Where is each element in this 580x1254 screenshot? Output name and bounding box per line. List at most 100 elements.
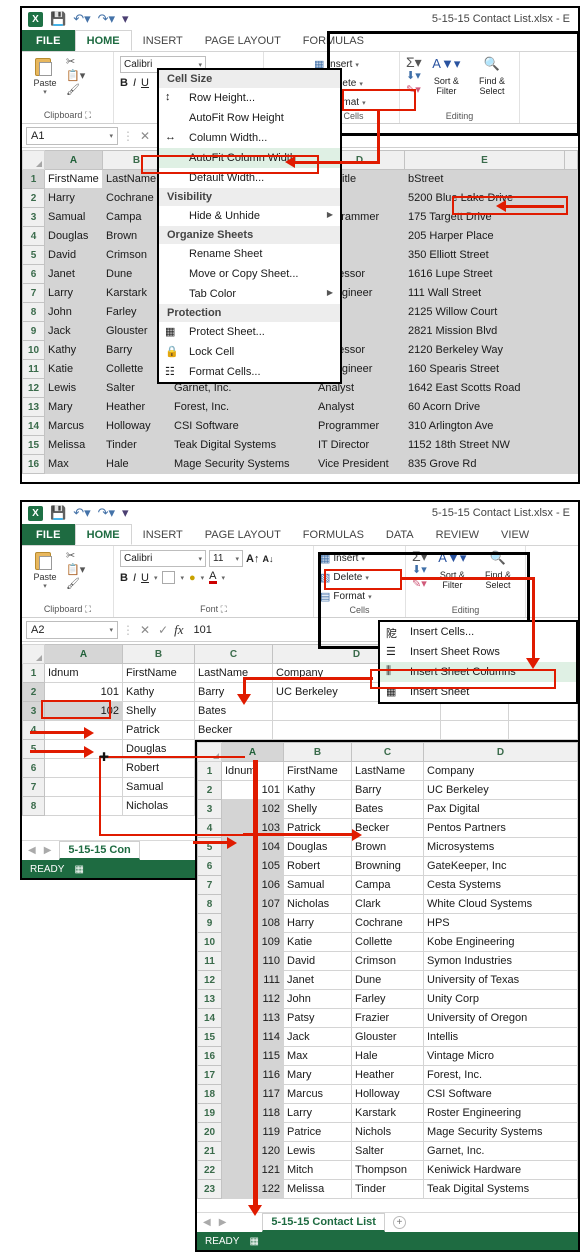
row-header-13[interactable]: 13: [22, 397, 45, 417]
cell-e15[interactable]: 1152 18th Street NW: [404, 435, 565, 455]
customize-qat-icon-2[interactable]: ▾: [122, 505, 129, 521]
row-header-10[interactable]: 10: [22, 340, 45, 360]
cell-b15-3[interactable]: Jack: [283, 1027, 352, 1047]
cell-e4-2[interactable]: [440, 720, 509, 740]
underline-chevron-down-icon[interactable]: ▾: [154, 574, 158, 582]
menu-item-autofit-column-width[interactable]: AutoFit Column Width: [159, 148, 340, 168]
cell-e6[interactable]: 1616 Lupe Street: [404, 264, 565, 284]
cell-e11[interactable]: 160 Spearis Street: [404, 359, 565, 379]
cell-a7[interactable]: Larry: [44, 283, 103, 303]
cell-b5-3[interactable]: Douglas: [283, 837, 352, 857]
cell-e4[interactable]: 205 Harper Place: [404, 226, 565, 246]
cell-c2-2[interactable]: Barry: [194, 682, 273, 702]
cell-b6-2[interactable]: Robert: [122, 758, 195, 778]
menu-item-insert-sheet[interactable]: ▦ Insert Sheet: [380, 682, 576, 702]
cell-b12-3[interactable]: Janet: [283, 970, 352, 990]
sheet-prev-icon-2[interactable]: ◀: [28, 845, 36, 856]
cell-a13[interactable]: Mary: [44, 397, 103, 417]
decrease-font-size-icon[interactable]: A↓: [262, 554, 273, 564]
cell-a16[interactable]: Max: [44, 454, 103, 474]
menu-item-rename-sheet[interactable]: Rename Sheet: [159, 244, 340, 264]
row-header-3[interactable]: 3: [22, 207, 45, 227]
row-header-19-3[interactable]: 19: [197, 1103, 222, 1123]
cell-c8-3[interactable]: Clark: [351, 894, 424, 914]
menu-item-column-width[interactable]: ↔ Column Width...: [159, 128, 340, 148]
cell-f15[interactable]: [564, 435, 578, 455]
copy-icon-2[interactable]: 📋▾: [66, 565, 85, 576]
cell-b22-3[interactable]: Mitch: [283, 1160, 352, 1180]
tab-formulas[interactable]: FORMULAS: [292, 30, 375, 51]
row-header-4-2[interactable]: 4: [22, 720, 45, 740]
fill-icon-2[interactable]: ⬇▾: [412, 565, 428, 576]
cell-b17-3[interactable]: Mary: [283, 1065, 352, 1085]
cell-c4-2[interactable]: Becker: [194, 720, 273, 740]
cell-c1-3[interactable]: LastName: [351, 761, 424, 781]
row-header-22-3[interactable]: 22: [197, 1160, 222, 1180]
cell-a5[interactable]: David: [44, 245, 103, 265]
cell-d3-3[interactable]: Pax Digital: [423, 799, 578, 819]
menu-item-autofit-row-height[interactable]: AutoFit Row Height: [159, 108, 340, 128]
borders-icon[interactable]: [162, 571, 176, 584]
column-header-b-2[interactable]: B: [122, 644, 195, 664]
sheet-tab-2[interactable]: 5-15-15 Con: [59, 841, 140, 860]
cell-b20-3[interactable]: Patrice: [283, 1122, 352, 1142]
cell-b15[interactable]: Tinder: [102, 435, 171, 455]
cell-b11-3[interactable]: David: [283, 951, 352, 971]
new-sheet-icon[interactable]: +: [392, 1216, 406, 1229]
cell-d15[interactable]: IT Director: [314, 435, 405, 455]
row-header-9-3[interactable]: 9: [197, 913, 222, 933]
cancel-icon[interactable]: ✕: [138, 129, 152, 143]
cell-a2-2[interactable]: 101: [44, 682, 123, 702]
row-header-5-2[interactable]: 5: [22, 739, 45, 759]
cell-d5-3[interactable]: Microsystems: [423, 837, 578, 857]
column-header-c-3[interactable]: C: [351, 742, 424, 762]
paste-dropdown-icon[interactable]: ▾: [43, 88, 47, 96]
format-chevron-down-icon[interactable]: ▾: [362, 99, 366, 107]
cell-c16[interactable]: Mage Security Systems: [170, 454, 315, 474]
underline-button[interactable]: U: [141, 77, 149, 89]
cell-d11-3[interactable]: Symon Industries: [423, 951, 578, 971]
row-header-20-3[interactable]: 20: [197, 1122, 222, 1142]
row-header-23-3[interactable]: 23: [197, 1179, 222, 1199]
cell-a1-2[interactable]: Idnum: [44, 663, 123, 683]
clear-icon[interactable]: ✎▾: [406, 85, 422, 96]
cell-e16[interactable]: 835 Grove Rd: [404, 454, 565, 474]
cell-c13[interactable]: Forest, Inc.: [170, 397, 315, 417]
cell-d18-3[interactable]: CSI Software: [423, 1084, 578, 1104]
record-macro-icon-2[interactable]: ▦: [74, 864, 83, 875]
cell-d6-3[interactable]: GateKeeper, Inc: [423, 856, 578, 876]
cell-e5[interactable]: 350 Elliott Street: [404, 245, 565, 265]
cell-d19-3[interactable]: Roster Engineering: [423, 1103, 578, 1123]
row-header-4-3[interactable]: 4: [197, 818, 222, 838]
borders-chevron-down-icon[interactable]: ▾: [180, 574, 184, 582]
menu-item-insert-cells[interactable]: 阸 Insert Cells...: [380, 622, 576, 642]
row-header-2-3[interactable]: 2: [197, 780, 222, 800]
row-header-17-3[interactable]: 17: [197, 1065, 222, 1085]
row-header-11-3[interactable]: 11: [197, 951, 222, 971]
cell-f3-2[interactable]: [508, 701, 578, 721]
insert-chevron-down-icon[interactable]: ▾: [355, 61, 359, 69]
cell-d16[interactable]: Vice President: [314, 454, 405, 474]
row-header-8-2[interactable]: 8: [22, 796, 45, 816]
cell-a4[interactable]: Douglas: [44, 226, 103, 246]
select-all-corner[interactable]: [22, 150, 45, 170]
cell-b3-3[interactable]: Shelly: [283, 799, 352, 819]
tab-home[interactable]: HOME: [74, 30, 132, 51]
cell-d14[interactable]: Programmer: [314, 416, 405, 436]
fill-color-chevron-down-icon[interactable]: ▾: [201, 574, 205, 582]
cell-f3[interactable]: [564, 207, 578, 227]
name-box-chevron-down-icon-2[interactable]: ▾: [109, 626, 113, 634]
cell-f7[interactable]: [564, 283, 578, 303]
row-header-7-2[interactable]: 7: [22, 777, 45, 797]
menu-item-lock-cell[interactable]: 🔒 Lock Cell: [159, 342, 340, 362]
cell-f12[interactable]: [564, 378, 578, 398]
cell-c7-3[interactable]: Campa: [351, 875, 424, 895]
cell-d13-3[interactable]: Unity Corp: [423, 989, 578, 1009]
clear-icon-2[interactable]: ✎▾: [412, 579, 428, 590]
column-header-a-2[interactable]: A: [44, 644, 123, 664]
cell-c20-3[interactable]: Nichols: [351, 1122, 424, 1142]
clipboard-dialog-launcher-icon-2[interactable]: ⛶: [85, 604, 91, 614]
cell-f4-2[interactable]: [508, 720, 578, 740]
cell-e13[interactable]: 60 Acorn Drive: [404, 397, 565, 417]
underline-button-2[interactable]: U: [141, 572, 149, 584]
